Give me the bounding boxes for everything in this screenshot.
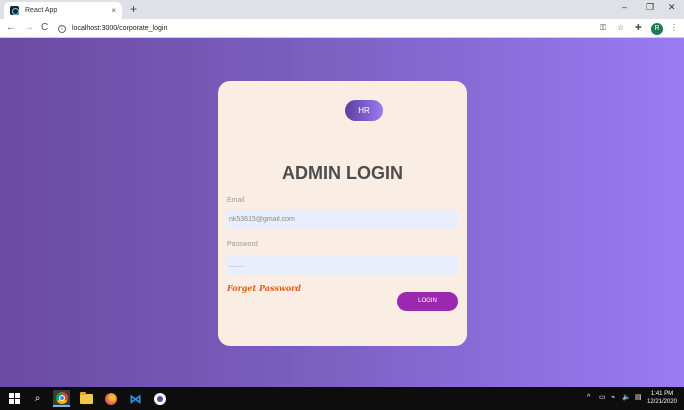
browser-tab-bar: React App × + – ❐ ✕: [0, 0, 684, 19]
forward-button[interactable]: →: [24, 22, 34, 34]
chrome-icon: [55, 391, 68, 404]
browser-toolbar: ← → C i localhost:3000/corporate_login ⚿…: [0, 19, 684, 38]
taskbar-file-explorer[interactable]: [78, 390, 95, 407]
taskbar-firefox[interactable]: [102, 390, 119, 407]
tray-chevron-icon[interactable]: ^: [587, 393, 590, 402]
search-icon[interactable]: ⌕: [29, 390, 46, 407]
keyboard-icon[interactable]: ▤: [635, 393, 642, 402]
browser-tab[interactable]: React App ×: [4, 2, 122, 19]
new-tab-button[interactable]: +: [130, 3, 137, 15]
firefox-icon: [104, 392, 117, 405]
forgot-password-link[interactable]: Forget Password: [227, 283, 301, 293]
extensions-icon[interactable]: ✚: [635, 23, 642, 33]
page-title: ADMIN LOGIN: [282, 163, 403, 183]
tab-close-icon[interactable]: ×: [111, 6, 116, 15]
star-icon[interactable]: ☆: [617, 23, 624, 33]
react-favicon-icon: [10, 6, 19, 15]
login-button[interactable]: LOGIN: [397, 292, 458, 311]
restore-button[interactable]: ❐: [646, 2, 654, 13]
app-icon: [153, 392, 166, 405]
reload-button[interactable]: C: [41, 22, 48, 34]
tab-title: React App: [25, 7, 58, 14]
address-bar[interactable]: i localhost:3000/corporate_login: [58, 22, 588, 35]
info-icon[interactable]: i: [58, 24, 66, 33]
system-clock[interactable]: 1:41 PM 12/21/2020: [645, 390, 679, 406]
volume-icon[interactable]: 🔈: [622, 393, 631, 402]
clock-date: 12/21/2020: [646, 399, 678, 405]
email-label: Email: [227, 197, 245, 204]
key-icon[interactable]: ⚿: [600, 23, 606, 33]
taskbar-app[interactable]: [151, 390, 168, 407]
back-button[interactable]: ←: [6, 22, 16, 34]
password-field[interactable]: [226, 256, 458, 275]
taskbar-chrome[interactable]: [53, 390, 70, 407]
page-background: HR ADMIN LOGIN Email Password Forget Pas…: [0, 38, 684, 387]
menu-dots-icon[interactable]: ⋮: [670, 23, 678, 33]
hr-button[interactable]: HR: [345, 100, 383, 121]
clock-time: 1:41 PM: [650, 391, 674, 397]
email-field[interactable]: [226, 210, 458, 229]
password-label: Password: [227, 241, 258, 248]
folder-icon: [80, 391, 93, 404]
windows-taskbar: ⌕ ⋈ ^ ▭ ⌁ 🔈 ▤ 1:41 PM 12/21/2020: [0, 387, 684, 410]
address-url: localhost:3000/corporate_login: [72, 25, 168, 32]
start-button[interactable]: [6, 390, 23, 407]
network-icon[interactable]: ⌁: [611, 393, 615, 402]
windows-logo-icon: [9, 393, 20, 404]
minimize-button[interactable]: –: [622, 2, 627, 12]
login-card: HR ADMIN LOGIN Email Password Forget Pas…: [218, 81, 467, 346]
battery-icon[interactable]: ▭: [599, 393, 606, 402]
taskbar-vscode[interactable]: ⋈: [127, 390, 144, 407]
close-window-button[interactable]: ✕: [668, 2, 676, 13]
vscode-icon: ⋈: [129, 391, 142, 406]
profile-avatar[interactable]: R: [651, 23, 663, 35]
